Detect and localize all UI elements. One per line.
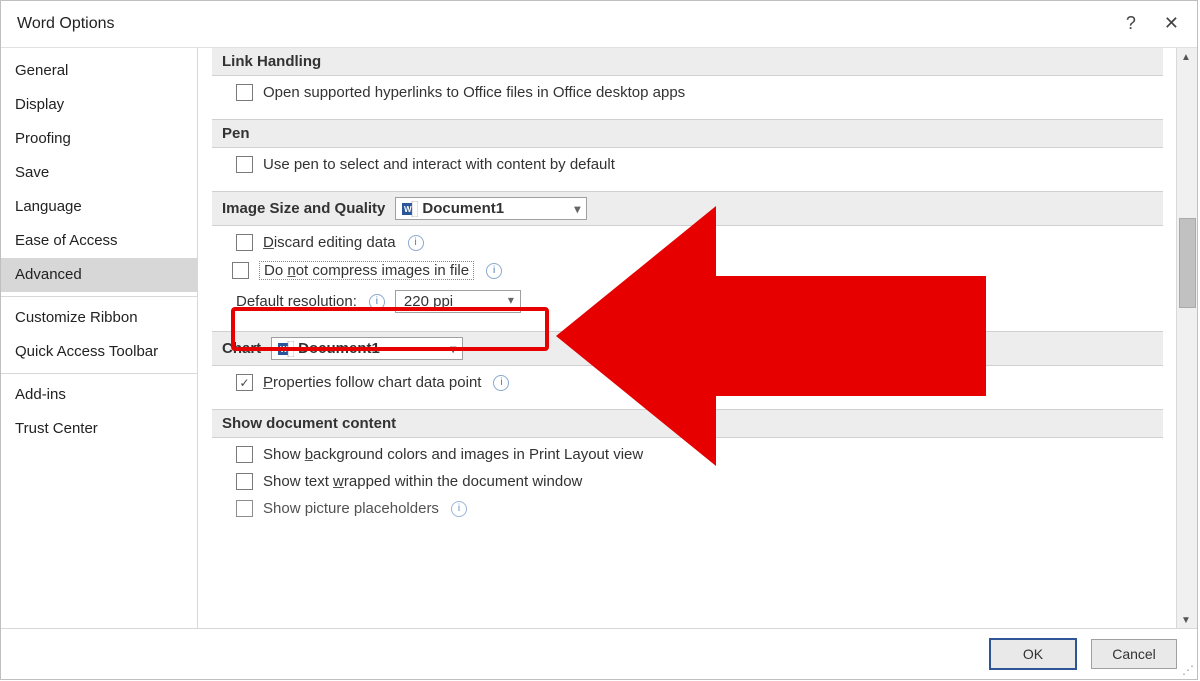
checkbox-label: Show text wrapped within the document wi… [263,473,582,490]
sidebar-item-customize-ribbon[interactable]: Customize Ribbon [1,301,197,335]
checkbox-icon [236,446,253,463]
checkbox-label: Discard editing data [263,234,396,251]
checkbox-icon [236,84,253,101]
info-icon[interactable]: i [486,263,502,279]
info-icon[interactable]: i [493,375,509,391]
checkbox-show-text-wrapped[interactable]: Show text wrapped within the document wi… [236,473,1139,490]
checkbox-label: Open supported hyperlinks to Office file… [263,84,685,101]
checkbox-label: Show picture placeholders [263,500,439,517]
checkbox-icon [236,156,253,173]
ok-button[interactable]: OK [989,638,1077,670]
scroll-thumb[interactable] [1179,218,1196,308]
chart-document-combo[interactable]: W Document1 [271,337,463,360]
sidebar-item-save[interactable]: Save [1,156,197,190]
section-title-show-document-content: Show document content [222,415,396,432]
section-show-document-content: Show document content [212,409,1163,438]
close-button[interactable]: ✕ [1164,13,1179,34]
section-chart: Chart W Document1 [212,331,1163,366]
checkbox-icon [236,234,253,251]
button-label: OK [1023,646,1043,662]
section-title-link-handling: Link Handling [222,53,321,70]
checkbox-label: Properties follow chart data point [263,374,481,391]
checkbox-open-hyperlinks-desktop[interactable]: Open supported hyperlinks to Office file… [236,84,1139,101]
section-pen: Pen [212,119,1163,148]
sidebar-item-trust-center[interactable]: Trust Center [1,412,197,446]
info-icon[interactable]: i [369,294,385,310]
section-title-chart: Chart [222,340,261,357]
section-link-handling: Link Handling [212,48,1163,76]
button-label: Cancel [1112,646,1156,662]
sidebar-item-add-ins[interactable]: Add-ins [1,378,197,412]
info-icon[interactable]: i [451,501,467,517]
sidebar-item-general[interactable]: General [1,54,197,88]
svg-text:W: W [280,345,288,354]
checkbox-do-not-compress-images[interactable]: Do not compress images in file i [232,261,1139,280]
sidebar-item-language[interactable]: Language [1,190,197,224]
checkbox-show-background-colors[interactable]: Show background colors and images in Pri… [236,446,1139,463]
combo-value: Document1 [298,340,380,357]
info-icon[interactable]: i [408,235,424,251]
checkbox-icon [236,473,253,490]
checkbox-icon [232,262,249,279]
section-image-size-quality: Image Size and Quality W Document1 [212,191,1163,226]
options-content: Link Handling Open supported hyperlinks … [198,48,1197,629]
sidebar-item-proofing[interactable]: Proofing [1,122,197,156]
image-quality-document-combo[interactable]: W Document1 [395,197,587,220]
checkbox-properties-follow-chart[interactable]: Properties follow chart data point i [236,374,1139,391]
combo-value: Document1 [422,200,504,217]
sidebar-item-display[interactable]: Display [1,88,197,122]
checkbox-icon [236,374,253,391]
section-title-pen: Pen [222,125,250,142]
default-resolution-select[interactable]: 220 ppi [395,290,521,313]
checkbox-use-pen-default[interactable]: Use pen to select and interact with cont… [236,156,1139,173]
word-document-icon: W [402,201,418,217]
checkbox-show-picture-placeholders[interactable]: Show picture placeholders i [236,500,1139,517]
checkbox-label: Show background colors and images in Pri… [263,446,643,463]
titlebar: Word Options ? ✕ [1,1,1197,48]
checkbox-label: Do not compress images in file [259,261,474,280]
checkbox-label: Use pen to select and interact with cont… [263,156,615,173]
checkbox-icon [236,500,253,517]
options-sidebar: General Display Proofing Save Language E… [1,48,198,629]
checkbox-discard-editing-data[interactable]: Discard editing data i [236,234,1139,251]
sidebar-item-advanced[interactable]: Advanced [1,258,197,292]
sidebar-item-ease-of-access[interactable]: Ease of Access [1,224,197,258]
scroll-up-arrow[interactable]: ▲ [1177,48,1195,66]
default-resolution-label: Default resolution: [236,293,357,310]
content-scroll-area: Link Handling Open supported hyperlinks … [198,48,1177,629]
vertical-scrollbar[interactable]: ▲ ▼ [1176,48,1197,629]
select-value: 220 ppi [404,293,453,310]
cancel-button[interactable]: Cancel [1091,639,1177,669]
dialog-footer: OK Cancel [1,628,1197,679]
word-document-icon: W [278,341,294,357]
sidebar-item-quick-access-toolbar[interactable]: Quick Access Toolbar [1,335,197,369]
svg-text:W: W [404,205,412,214]
dialog-title: Word Options [17,15,115,33]
section-title-image-quality: Image Size and Quality [222,200,385,217]
scroll-down-arrow[interactable]: ▼ [1177,611,1195,629]
default-resolution-row: Default resolution: i 220 ppi [236,290,1139,313]
help-button[interactable]: ? [1126,13,1136,34]
word-options-dialog: Word Options ? ✕ General Display Proofin… [0,0,1198,680]
